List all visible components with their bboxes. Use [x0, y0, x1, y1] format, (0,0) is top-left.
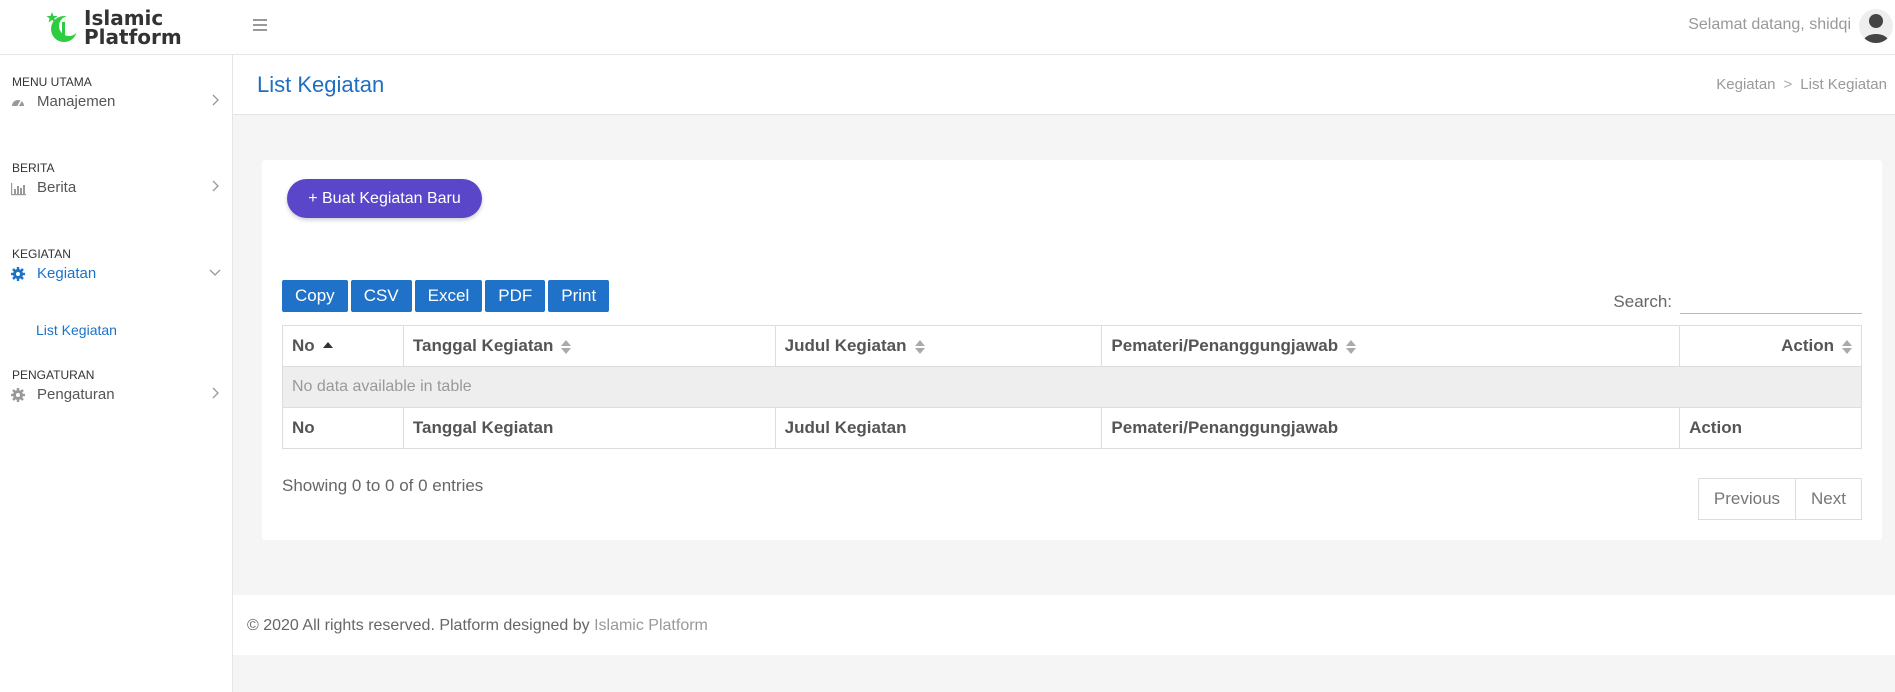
activity-table: No Tanggal Kegiatan Judul Kegiatan Pemat…	[282, 325, 1862, 449]
table-footer-row: No Tanggal Kegiatan Judul Kegiatan Pemat…	[282, 407, 1862, 449]
search-input[interactable]	[1680, 288, 1862, 314]
sidebar-item-label: Pengaturan	[37, 386, 115, 403]
column-header-tanggal[interactable]: Tanggal Kegiatan	[402, 325, 776, 367]
sidebar-item-berita[interactable]: Berita	[0, 170, 233, 206]
print-button[interactable]: Print	[548, 280, 610, 312]
copyright-text: © 2020 All rights reserved. Platform des…	[247, 617, 708, 635]
breadcrumb-kegiatan[interactable]: Kegiatan	[1716, 76, 1775, 93]
chevron-right-icon	[212, 180, 219, 192]
top-header: Islamic Platform Selamat datang, shidqi	[0, 0, 1895, 55]
dashboard-icon	[12, 100, 24, 107]
previous-button[interactable]: Previous	[1697, 478, 1797, 520]
sort-icon	[1842, 339, 1852, 355]
avatar[interactable]	[1859, 9, 1893, 43]
column-header-pemateri[interactable]: Pemateri/Penanggungjawab	[1101, 325, 1681, 367]
user-icon	[1863, 14, 1889, 43]
breadcrumb-current: List Kegiatan	[1800, 76, 1887, 93]
sort-icon	[561, 339, 572, 355]
chevron-right-icon	[212, 387, 219, 399]
excel-button[interactable]: Excel	[414, 280, 483, 312]
chevron-down-icon	[209, 269, 221, 276]
empty-message: No data available in table	[282, 366, 1862, 408]
gear-icon	[11, 267, 25, 281]
footer-link[interactable]: Islamic Platform	[594, 617, 708, 634]
crescent-logo-icon	[46, 12, 79, 42]
column-header-action[interactable]: Action	[1679, 325, 1862, 367]
gear-icon	[11, 388, 25, 402]
table-row: No data available in table	[282, 366, 1862, 408]
sidebar-item-kegiatan[interactable]: Kegiatan	[0, 256, 233, 292]
copyright-label: © 2020 All rights reserved. Platform des…	[247, 617, 595, 634]
pagination: Previous Next	[1697, 478, 1862, 520]
footer-column-tanggal: Tanggal Kegiatan	[402, 407, 776, 449]
bar-chart-icon	[11, 183, 26, 196]
page-title: List Kegiatan	[257, 72, 385, 97]
welcome-text: Selamat datang, shidqi	[1688, 16, 1851, 33]
breadcrumb-separator-icon: >	[1783, 76, 1793, 93]
column-header-no[interactable]: No	[282, 325, 404, 367]
sort-icon	[914, 339, 925, 355]
content-card: + Buat Kegiatan Baru Copy CSV Excel PDF …	[262, 160, 1882, 540]
next-button[interactable]: Next	[1796, 478, 1862, 520]
sidebar-item-label: Kegiatan	[37, 265, 97, 282]
export-buttons: Copy CSV Excel PDF Print	[282, 280, 612, 313]
app-logo[interactable]: Islamic Platform	[46, 8, 186, 48]
logo-text: Islamic Platform	[84, 8, 182, 49]
table-header-row: No Tanggal Kegiatan Judul Kegiatan Pemat…	[282, 325, 1862, 367]
footer-column-pemateri: Pemateri/Penanggungjawab	[1101, 407, 1681, 449]
sidebar: MENU UTAMA Manajemen BERITA Berita KEGIA…	[0, 55, 233, 692]
footer-column-judul: Judul Kegiatan	[774, 407, 1103, 449]
sidebar-item-manajemen[interactable]: Manajemen	[0, 84, 233, 120]
footer-column-action: Action	[1679, 407, 1862, 449]
sort-icon	[1346, 339, 1357, 355]
sidebar-subitem-list-kegiatan[interactable]: List Kegiatan	[36, 322, 117, 338]
sidebar-item-pengaturan[interactable]: Pengaturan	[0, 377, 233, 413]
sort-ascending-icon	[322, 339, 333, 355]
sidebar-item-label: Manajemen	[37, 93, 116, 110]
search-area: Search:	[1602, 288, 1862, 314]
sidebar-item-label: Berita	[37, 179, 77, 196]
page-footer: © 2020 All rights reserved. Platform des…	[233, 595, 1895, 655]
pdf-button[interactable]: PDF	[485, 280, 546, 312]
column-header-judul[interactable]: Judul Kegiatan	[774, 325, 1103, 367]
chevron-right-icon	[212, 94, 219, 106]
csv-button[interactable]: CSV	[350, 280, 412, 312]
footer-column-no: No	[282, 407, 404, 449]
hamburger-menu-icon[interactable]	[253, 16, 271, 34]
table-info: Showing 0 to 0 of 0 entries	[282, 476, 484, 495]
page-header: List Kegiatan Kegiatan > List Kegiatan	[233, 55, 1895, 115]
create-activity-button[interactable]: + Buat Kegiatan Baru	[287, 179, 482, 218]
breadcrumb: Kegiatan > List Kegiatan	[1716, 76, 1887, 93]
search-label: Search:	[1613, 292, 1672, 311]
logo-line2: Platform	[84, 25, 182, 49]
copy-button[interactable]: Copy	[282, 280, 348, 312]
